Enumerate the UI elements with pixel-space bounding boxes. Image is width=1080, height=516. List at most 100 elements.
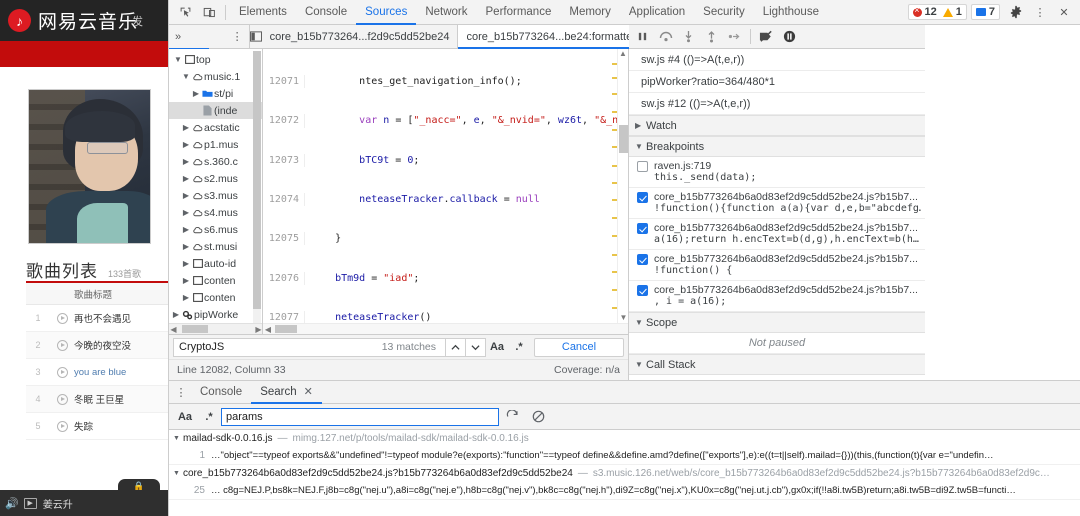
find-regex-toggle[interactable]: .*: [508, 341, 530, 353]
twisty-icon[interactable]: ▶: [181, 276, 191, 285]
table-row[interactable]: 5 失踪: [26, 413, 168, 440]
play-icon[interactable]: [50, 340, 74, 351]
table-row[interactable]: 3 you are blue: [26, 359, 168, 386]
step-icon[interactable]: [723, 25, 746, 48]
find-cancel-button[interactable]: Cancel: [534, 338, 624, 357]
message-count-badge[interactable]: 7: [971, 4, 1000, 20]
find-prev-button[interactable]: [446, 338, 466, 357]
section-breakpoints[interactable]: ▼ Breakpoints: [629, 136, 925, 157]
song-title[interactable]: 失踪: [74, 419, 93, 433]
breakpoint-location[interactable]: raven.js:719: [654, 160, 711, 172]
inspect-element-icon[interactable]: [173, 1, 197, 24]
tree-node-s360[interactable]: ▶ s.360.c: [169, 153, 262, 170]
breakpoint-checkbox[interactable]: [637, 192, 648, 203]
volume-icon[interactable]: 🔊: [5, 497, 19, 510]
drawer-tab-search[interactable]: Search ✕: [251, 381, 322, 404]
tree-node-index[interactable]: (inde: [169, 102, 262, 119]
song-title[interactable]: 再也不会遇见: [74, 311, 131, 325]
breakpoint-location[interactable]: core_b15b773264b6a0d83ef2d9c5dd52be24.js…: [654, 284, 918, 296]
search-result-line[interactable]: 1 …"object"==typeof exports&&"undefined"…: [169, 447, 1080, 464]
twisty-icon[interactable]: ▶: [181, 157, 191, 166]
kebab-menu-icon[interactable]: ⋮: [171, 386, 191, 399]
playlist-icon[interactable]: ▶: [24, 498, 37, 509]
scroll-up-icon[interactable]: ▲: [618, 49, 628, 58]
search-result-header[interactable]: ▼ core_b15b773264b6a0d83ef2d9c5dd52be24.…: [169, 465, 1080, 482]
tree-node-pipworker[interactable]: ▶ pipWorke: [169, 306, 262, 323]
breakpoint-location[interactable]: core_b15b773264b6a0d83ef2d9c5dd52be24.js…: [654, 191, 918, 203]
scroll-thumb[interactable]: [619, 125, 628, 153]
play-icon[interactable]: [50, 421, 74, 432]
breakpoint-item[interactable]: core_b15b773264b6a0d83ef2d9c5dd52be24.js…: [629, 281, 925, 312]
editor-horizontal-scrollbar[interactable]: ◀: [263, 323, 628, 334]
thread-item[interactable]: pipWorker?ratio=364/480*1: [629, 71, 925, 93]
search-input[interactable]: params: [221, 408, 499, 426]
twisty-icon[interactable]: ▶: [181, 293, 191, 302]
gear-icon[interactable]: [1004, 1, 1028, 24]
editor-vertical-scrollbar[interactable]: ▲ ▼: [617, 49, 628, 334]
tab-performance[interactable]: Performance: [477, 0, 561, 25]
tab-console[interactable]: Console: [296, 0, 356, 25]
scroll-left-icon[interactable]: ◀: [169, 325, 178, 334]
refresh-icon[interactable]: [499, 410, 525, 423]
tab-lighthouse[interactable]: Lighthouse: [754, 0, 828, 25]
twisty-icon[interactable]: ▶: [181, 225, 191, 234]
tree-node-s2[interactable]: ▶ s2.mus: [169, 170, 262, 187]
section-watch[interactable]: ▶ Watch: [629, 115, 925, 136]
warning-count-badge[interactable]: 1: [943, 6, 962, 18]
thread-item[interactable]: sw.js #12 (()=>A(t,e,r)): [629, 93, 925, 115]
tab-elements[interactable]: Elements: [230, 0, 296, 25]
search-result-line[interactable]: 25 … c8g=NEJ.P,bs8k=NEJ.F,j8b=c8g("nej.u…: [169, 482, 1080, 499]
breakpoint-location[interactable]: core_b15b773264b6a0d83ef2d9c5dd52be24.js…: [654, 253, 918, 265]
search-regex-toggle[interactable]: .*: [197, 411, 221, 423]
issues-counters[interactable]: 12 1: [908, 4, 967, 20]
breakpoint-item[interactable]: core_b15b773264b6a0d83ef2d9c5dd52be24.js…: [629, 250, 925, 281]
tab-network[interactable]: Network: [416, 0, 476, 25]
chevron-down-icon[interactable]: ▼: [173, 435, 183, 442]
breakpoint-checkbox[interactable]: [637, 223, 648, 234]
twisty-icon[interactable]: ▶: [181, 191, 191, 200]
breakpoint-item[interactable]: core_b15b773264b6a0d83ef2d9c5dd52be24.js…: [629, 188, 925, 219]
find-input[interactable]: CryptoJS 13 matches: [173, 338, 446, 357]
table-row[interactable]: 2 今晚的夜空没: [26, 332, 168, 359]
pause-on-exceptions-icon[interactable]: [778, 25, 801, 48]
close-icon[interactable]: ✕: [1052, 1, 1076, 24]
error-count-badge[interactable]: 12: [913, 6, 937, 18]
drawer-tab-console[interactable]: Console: [191, 381, 251, 404]
scroll-thumb[interactable]: [275, 325, 297, 333]
twisty-icon[interactable]: ▶: [181, 259, 191, 268]
table-row[interactable]: 4 冬眠 王巨星: [26, 386, 168, 413]
tree-vertical-scrollbar[interactable]: [253, 51, 261, 334]
scroll-down-icon[interactable]: ▼: [618, 313, 628, 322]
twisty-icon[interactable]: ▶: [171, 310, 181, 319]
song-title[interactable]: 冬眠 王巨星: [74, 392, 124, 406]
twisty-icon[interactable]: ▼: [181, 72, 191, 81]
twisty-icon[interactable]: ▶: [191, 89, 201, 98]
play-icon[interactable]: [50, 367, 74, 378]
twisty-icon[interactable]: ▶: [181, 140, 191, 149]
tab-security[interactable]: Security: [694, 0, 754, 25]
breakpoint-checkbox[interactable]: [637, 285, 648, 296]
tree-node-content-1[interactable]: ▶ conten: [169, 272, 262, 289]
show-navigator-icon[interactable]: [250, 31, 262, 42]
song-title[interactable]: you are blue: [74, 367, 126, 378]
find-next-button[interactable]: [466, 338, 486, 357]
netease-logo-icon[interactable]: ♪: [8, 9, 31, 32]
breakpoint-checkbox[interactable]: [637, 161, 648, 172]
twisty-icon[interactable]: ▶: [181, 242, 191, 251]
play-icon[interactable]: [50, 313, 74, 324]
chevron-down-icon[interactable]: ▼: [635, 360, 646, 369]
tree-node-top[interactable]: ▼ top: [169, 51, 262, 68]
breakpoint-location[interactable]: core_b15b773264b6a0d83ef2d9c5dd52be24.js…: [654, 222, 918, 234]
twisty-icon[interactable]: ▶: [181, 174, 191, 183]
scroll-right-icon[interactable]: ▶: [254, 325, 263, 334]
section-scope[interactable]: ▼ Scope: [629, 312, 925, 333]
deactivate-breakpoints-icon[interactable]: [755, 25, 778, 48]
search-result-header[interactable]: ▼ mailad-sdk-0.0.16.js — mimg.127.net/p/…: [169, 430, 1080, 447]
search-match-case-toggle[interactable]: Aa: [173, 411, 197, 423]
twisty-icon[interactable]: ▶: [181, 123, 191, 132]
navigator-more-icon[interactable]: »: [169, 31, 181, 43]
tab-sources[interactable]: Sources: [356, 0, 416, 25]
kebab-menu-icon[interactable]: ⋮: [1028, 1, 1052, 24]
breakpoint-item[interactable]: core_b15b773264b6a0d83ef2d9c5dd52be24.js…: [629, 219, 925, 250]
pause-script-icon[interactable]: [631, 25, 654, 48]
